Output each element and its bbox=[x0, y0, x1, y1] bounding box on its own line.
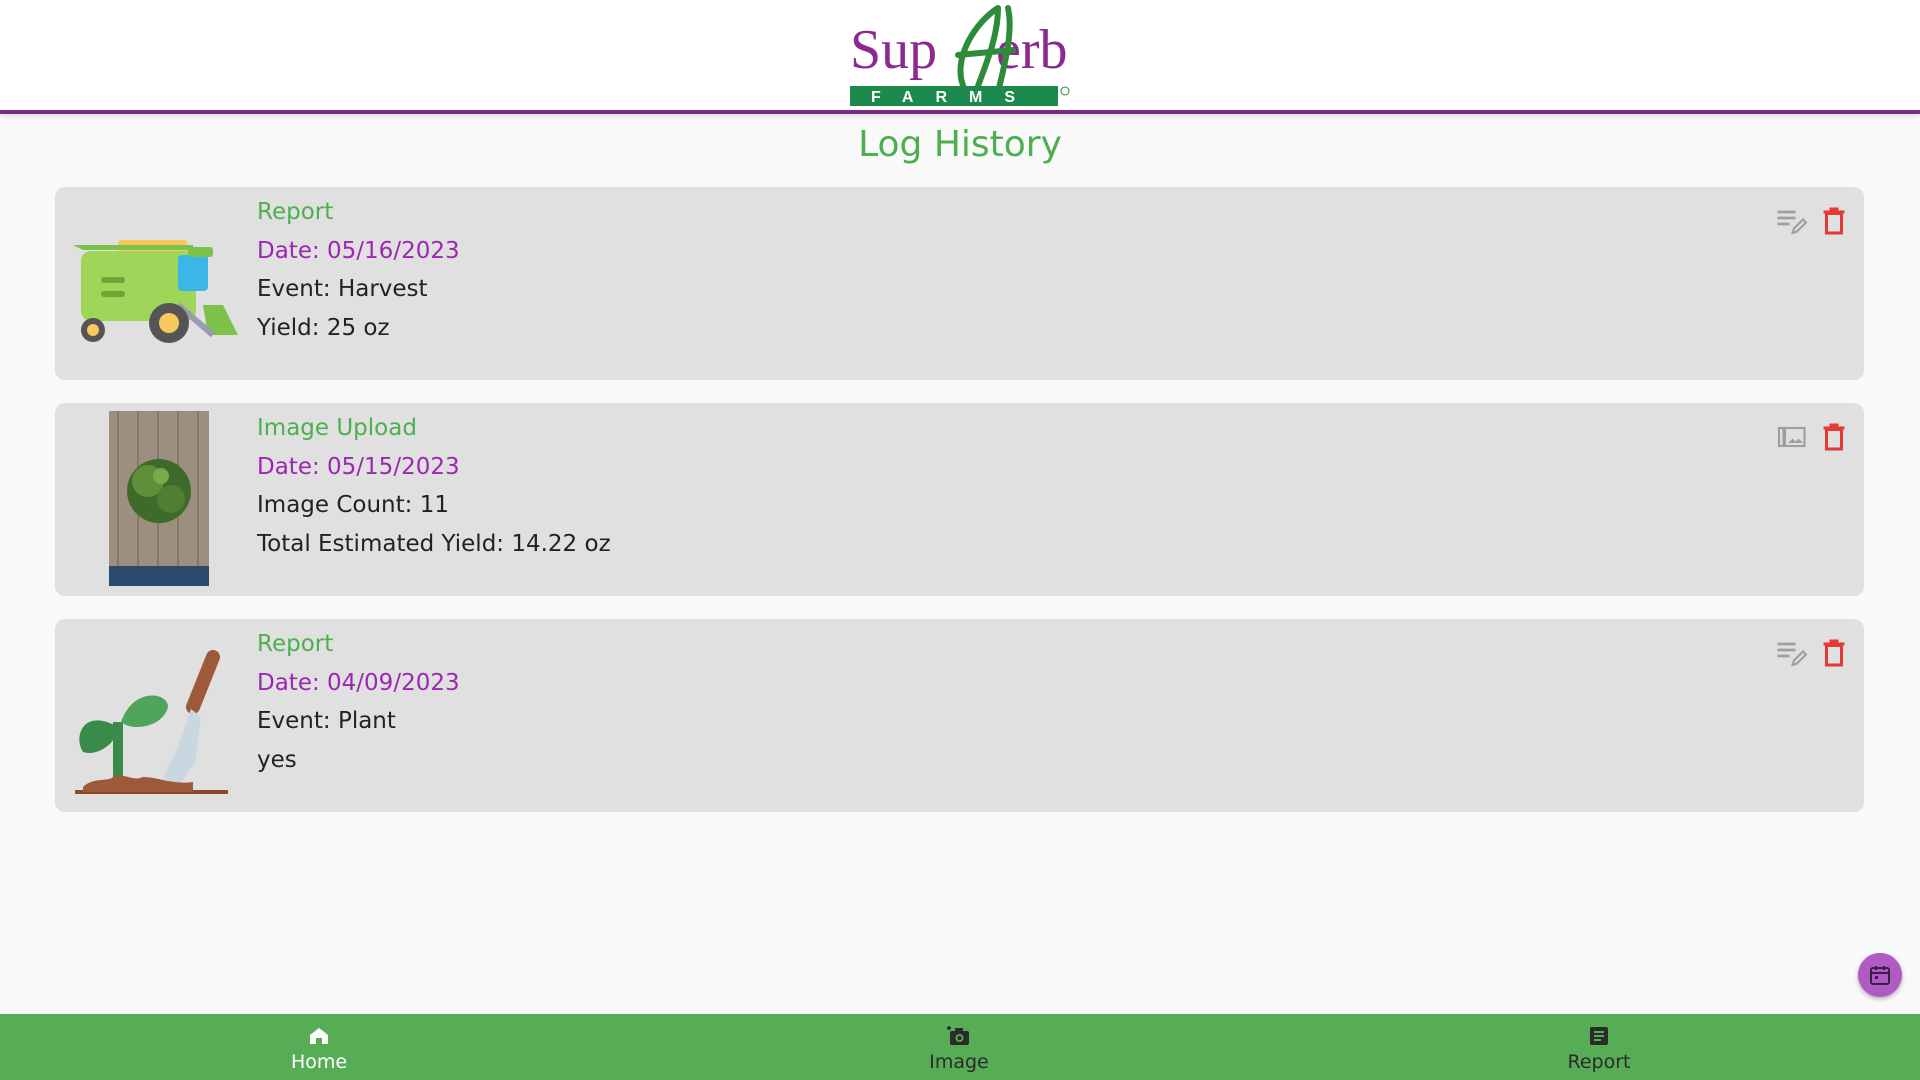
home-icon bbox=[307, 1024, 331, 1048]
page-title: Log History bbox=[858, 124, 1062, 165]
supherb-farms-logo: Sup erb FARMS bbox=[848, 0, 1072, 108]
nav-item-home[interactable]: Home bbox=[219, 1014, 419, 1080]
nav-label-report: Report bbox=[1567, 1051, 1631, 1073]
delete-icon[interactable] bbox=[1816, 635, 1852, 671]
svg-text:Sup: Sup bbox=[850, 19, 937, 81]
article-icon bbox=[1587, 1024, 1611, 1048]
log-date: Date: 05/16/2023 bbox=[257, 237, 460, 264]
nav-item-image[interactable]: Image bbox=[859, 1014, 1059, 1080]
log-date: Date: 05/15/2023 bbox=[257, 453, 460, 480]
calendar-button[interactable] bbox=[1858, 953, 1902, 997]
log-card[interactable]: Report Date: 04/09/2023 Event: Plant yes bbox=[55, 619, 1864, 812]
log-type: Image Upload bbox=[257, 415, 417, 441]
log-date: Date: 04/09/2023 bbox=[257, 669, 460, 696]
seedling-shovel-icon bbox=[63, 627, 243, 802]
bottom-navigation: Home Image Report bbox=[0, 1014, 1920, 1080]
edit-note-icon[interactable] bbox=[1773, 635, 1809, 671]
delete-icon[interactable] bbox=[1816, 203, 1852, 239]
log-detail: Event: Plant bbox=[257, 708, 396, 734]
log-detail: yes bbox=[257, 746, 297, 773]
calendar-icon bbox=[1870, 966, 1890, 985]
log-detail: Yield: 25 oz bbox=[257, 314, 390, 341]
log-detail: Image Count: 11 bbox=[257, 492, 449, 518]
photo-library-icon[interactable] bbox=[1773, 419, 1809, 455]
svg-text:FARMS: FARMS bbox=[871, 89, 1037, 106]
log-card[interactable]: Report Date: 05/16/2023 Event: Harvest Y… bbox=[55, 187, 1864, 380]
log-type: Report bbox=[257, 199, 334, 225]
log-detail: Total Estimated Yield: 14.22 oz bbox=[257, 530, 611, 557]
log-detail: Event: Harvest bbox=[257, 276, 428, 302]
add-camera-icon bbox=[947, 1024, 971, 1048]
nav-label-image: Image bbox=[929, 1051, 989, 1073]
delete-icon[interactable] bbox=[1816, 419, 1852, 455]
nav-item-report[interactable]: Report bbox=[1499, 1014, 1699, 1080]
edit-note-icon[interactable] bbox=[1773, 203, 1809, 239]
log-type: Report bbox=[257, 631, 334, 657]
app-header: Sup erb FARMS bbox=[0, 0, 1920, 114]
herb-photo bbox=[63, 411, 243, 586]
nav-label-home: Home bbox=[290, 1051, 348, 1073]
log-card[interactable]: Image Upload Date: 05/15/2023 Image Coun… bbox=[55, 403, 1864, 596]
combine-harvester-icon bbox=[63, 195, 243, 370]
